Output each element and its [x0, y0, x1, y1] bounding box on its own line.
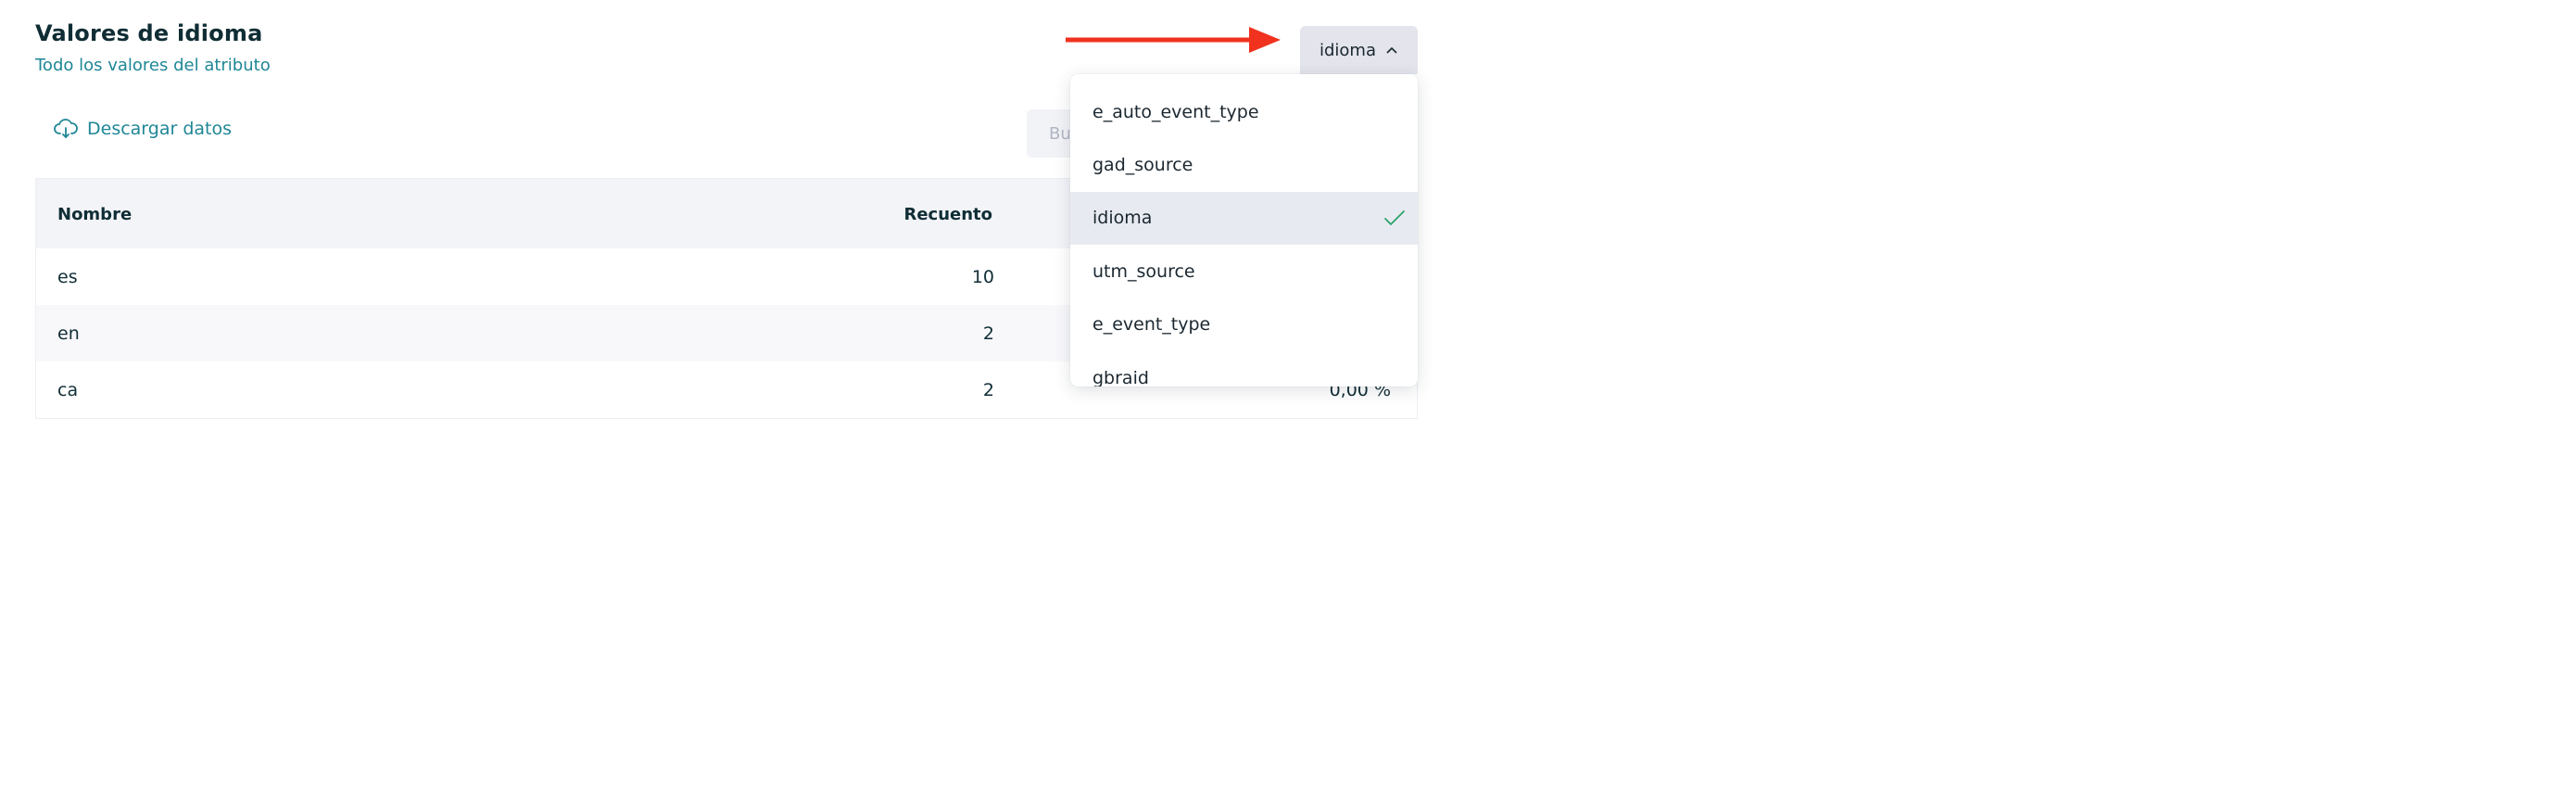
cell-name: en	[57, 323, 80, 344]
cell-count: 2	[982, 323, 994, 344]
dropdown-option-label: gbraid	[1092, 367, 1149, 387]
dropdown-option-utm-source[interactable]: utm_source	[1070, 245, 1418, 298]
cell-name: ca	[57, 380, 79, 400]
dropdown-options-list: e_auto_event_type gad_source idioma utm_…	[1070, 74, 1418, 387]
attribute-dropdown-menu: e_auto_event_type gad_source idioma utm_…	[1070, 74, 1418, 387]
dropdown-option-label: gad_source	[1092, 155, 1193, 176]
dropdown-option-label: e_auto_event_type	[1092, 101, 1259, 122]
cloud-download-icon	[54, 119, 78, 139]
attribute-select[interactable]: idioma	[1300, 26, 1418, 74]
check-icon	[1384, 210, 1405, 226]
dropdown-option-label: utm_source	[1092, 260, 1195, 282]
dropdown-option-e-event-type[interactable]: e_event_type	[1070, 298, 1418, 351]
dropdown-option-gad-source[interactable]: gad_source	[1070, 138, 1418, 191]
dropdown-option-e-auto-event-type[interactable]: e_auto_event_type	[1070, 85, 1418, 138]
cell-name: es	[57, 267, 78, 287]
page-subtitle: Todo los valores del atributo	[35, 56, 271, 75]
red-arrow-annotation	[1066, 27, 1281, 53]
attribute-select-label: idioma	[1319, 40, 1376, 60]
dropdown-option-label: e_event_type	[1092, 314, 1211, 336]
chevron-up-icon	[1386, 46, 1397, 54]
download-data-label: Descargar datos	[87, 119, 233, 139]
column-header-name[interactable]: Nombre	[57, 205, 132, 224]
dropdown-option-idioma[interactable]: idioma	[1070, 191, 1418, 246]
cell-count: 2	[982, 380, 994, 400]
page-title: Valores de idioma	[35, 20, 263, 46]
dropdown-option-gbraid[interactable]: gbraid	[1070, 351, 1418, 387]
column-header-count[interactable]: Recuento	[903, 205, 992, 224]
download-data-button[interactable]: Descargar datos	[54, 119, 232, 139]
dropdown-option-label: idioma	[1092, 208, 1153, 229]
cell-count: 10	[971, 267, 994, 287]
